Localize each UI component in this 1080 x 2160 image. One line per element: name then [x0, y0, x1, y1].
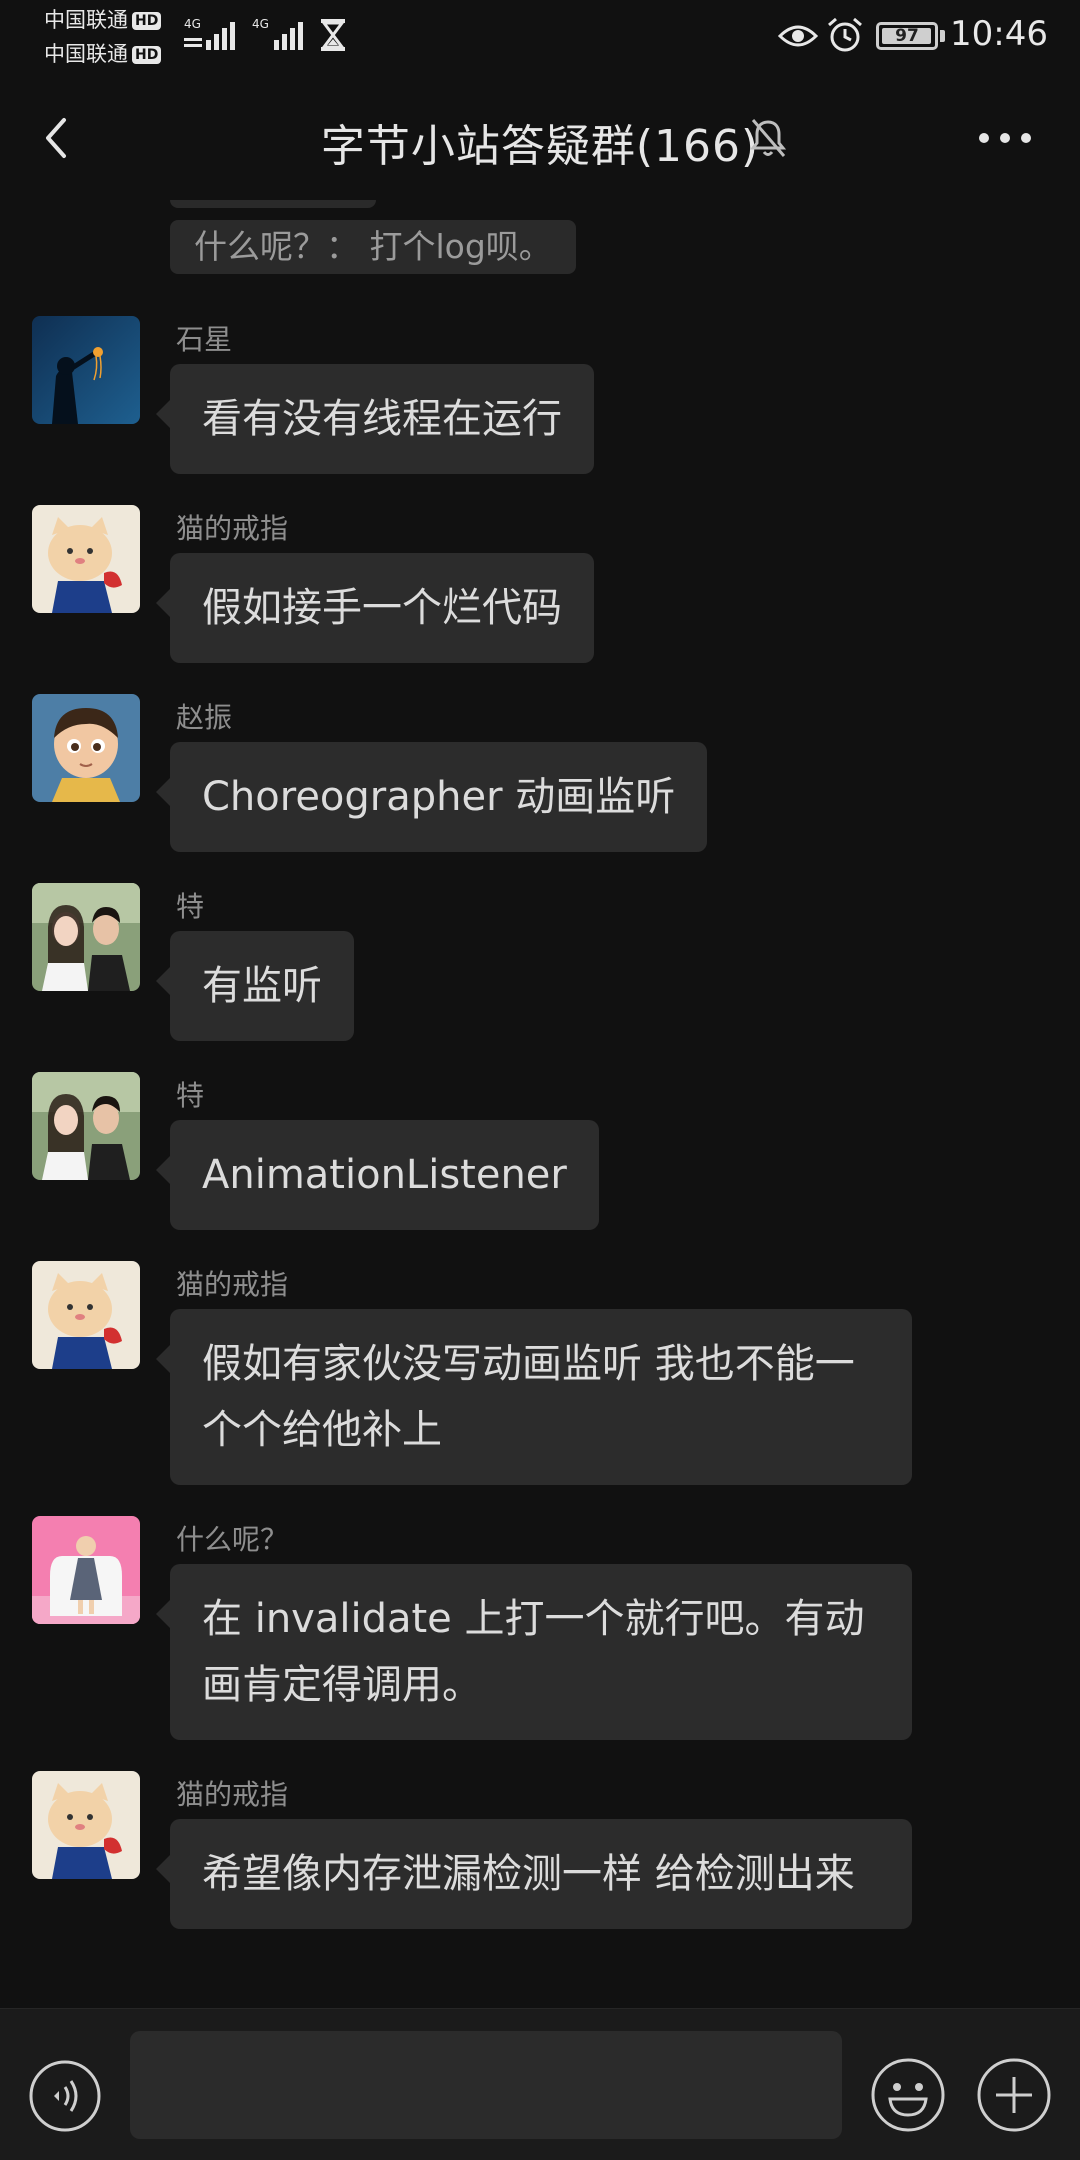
hd-badge-1: HD	[132, 12, 162, 30]
battery-tip	[940, 30, 945, 42]
alarm-icon	[828, 17, 862, 52]
message-bubble[interactable]: 希望像内存泄漏检测一样 给检测出来	[156, 1819, 912, 1929]
battery-percent: 97	[895, 26, 919, 46]
avatar[interactable]	[32, 505, 140, 613]
carrier-name-2: 中国联通	[44, 42, 128, 66]
avatar-couple-image	[32, 883, 140, 991]
avatar[interactable]	[32, 1771, 140, 1879]
network-type-2: 4G	[252, 17, 269, 31]
hourglass-icon	[321, 19, 345, 51]
avatar-cat-image	[32, 1771, 140, 1879]
sender-name: 特	[176, 890, 205, 923]
sender-name: 什么呢？	[176, 1523, 289, 1556]
sender-name: 猫的戒指	[176, 1778, 289, 1811]
status-time: 10:46	[950, 14, 1048, 54]
avatar-boy-image	[32, 694, 140, 802]
status-bar: 中国联通 HD 中国联通 HD 4G 4G 97 10:46	[0, 0, 1080, 72]
previous-bubble-edge	[170, 190, 376, 208]
message-input[interactable]	[130, 2031, 842, 2139]
avatar[interactable]	[32, 1516, 140, 1624]
carrier-label-1: 中国联通 HD	[44, 8, 162, 32]
plus-icon[interactable]	[976, 2057, 1052, 2133]
avatar[interactable]	[32, 883, 140, 991]
signal-icon: 4G	[252, 17, 303, 50]
sender-name: 猫的戒指	[176, 512, 289, 545]
sender-name: 赵振	[176, 701, 233, 734]
battery-indicator: 97	[876, 22, 938, 50]
avatar-jellyfish-image	[32, 316, 140, 424]
network-type-1: 4G	[184, 17, 201, 31]
message-bubble[interactable]: AnimationListener	[156, 1120, 599, 1230]
avatar[interactable]	[32, 1072, 140, 1180]
message-bubble[interactable]: 在 invalidate 上打一个就行吧。有动画肯定得调用。	[156, 1564, 912, 1740]
chat-title: 字节小站答疑群(166)	[320, 121, 760, 172]
sender-name: 石星	[176, 323, 233, 356]
avatar[interactable]	[32, 316, 140, 424]
quoted-reply[interactable]: 什么呢？： 打个log呗。	[170, 220, 576, 274]
voice-icon[interactable]	[28, 2059, 102, 2133]
eye-icon	[778, 25, 818, 47]
avatar[interactable]	[32, 1261, 140, 1369]
bell-off-icon	[749, 119, 787, 157]
sender-name: 猫的戒指	[176, 1268, 289, 1301]
avatar-cat-image	[32, 505, 140, 613]
carrier-label-2: 中国联通 HD	[44, 42, 162, 66]
more-icon[interactable]	[970, 118, 1040, 158]
message-bubble[interactable]: 假如接手一个烂代码	[156, 553, 594, 663]
signal-icon: 4G	[184, 17, 235, 50]
avatar-couple-image	[32, 1072, 140, 1180]
sender-name: 特	[176, 1079, 205, 1112]
avatar-child-pink-image	[32, 1516, 140, 1624]
hd-badge-2: HD	[132, 46, 162, 64]
message-bubble[interactable]: 假如有家伙没写动画监听 我也不能一个个给他补上	[156, 1309, 912, 1485]
message-list[interactable]: 什么呢？： 打个log呗。 石星 看有没有线程在运行 猫的戒指 假如接手一个烂代…	[0, 190, 1080, 2010]
message-bubble[interactable]: Choreographer 动画监听	[155, 742, 708, 852]
carrier-name-1: 中国联通	[44, 8, 128, 32]
avatar-cat-image	[32, 1261, 140, 1369]
avatar[interactable]	[32, 694, 140, 802]
emoji-icon[interactable]	[870, 2057, 946, 2133]
chat-header: 字节小站答疑群(166)	[0, 92, 1080, 188]
message-bubble[interactable]: 看有没有线程在运行	[156, 364, 594, 474]
input-bar	[0, 2008, 1080, 2160]
message-bubble[interactable]: 有监听	[156, 931, 354, 1041]
